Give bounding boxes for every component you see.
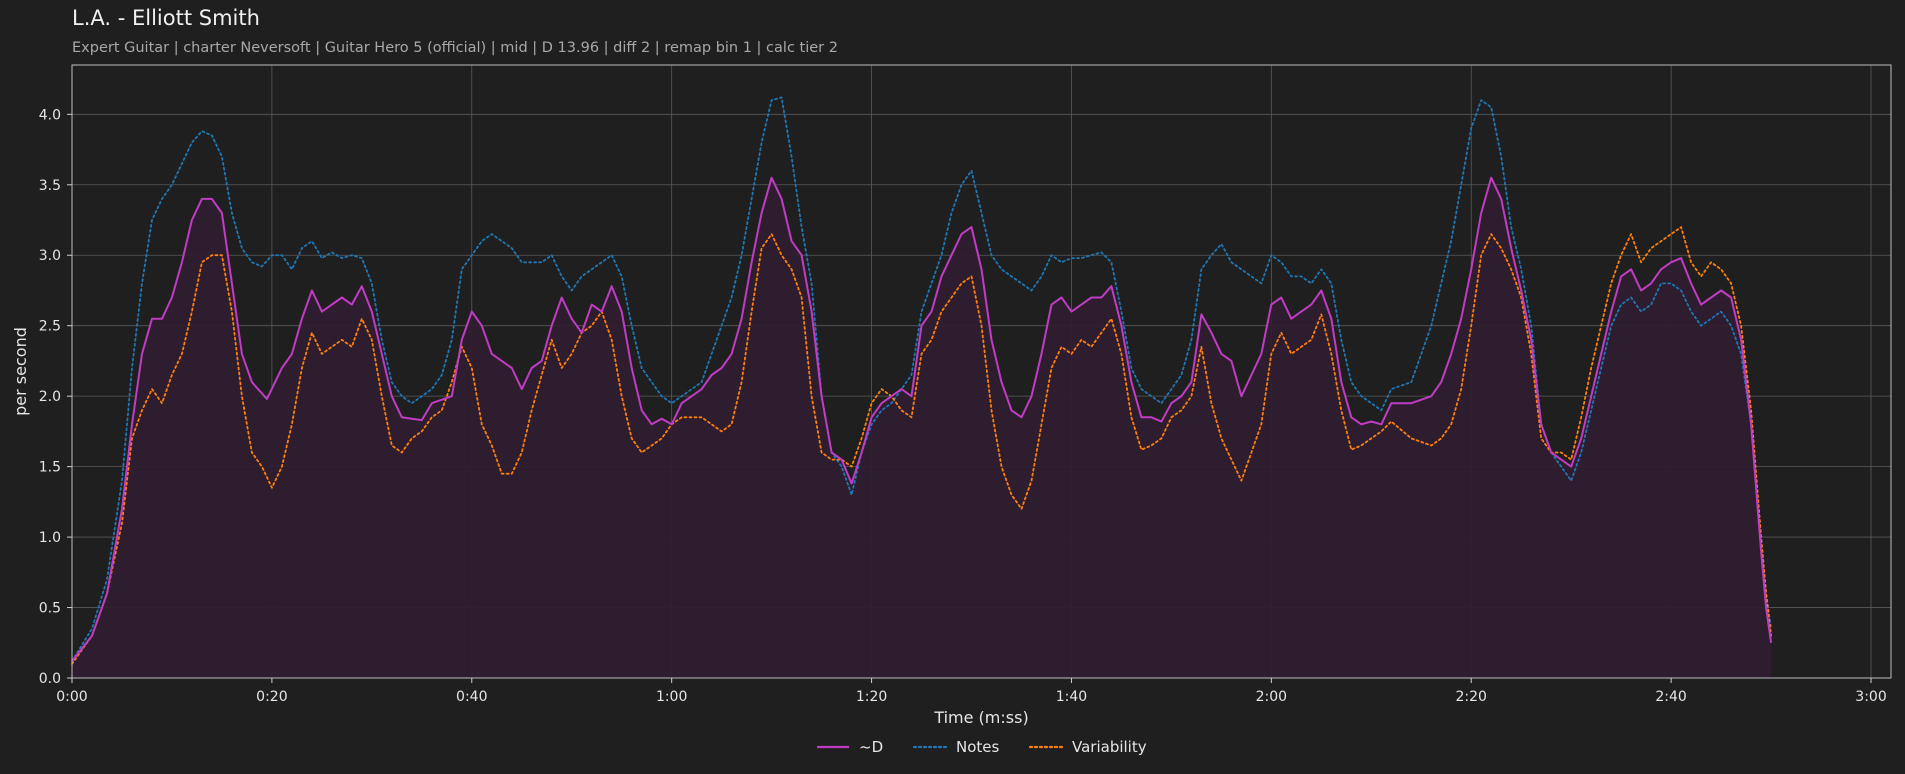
x-tick-label: 2:20 [1456, 689, 1487, 705]
chart-canvas: 0:00 0:20 0:40 1:00 1:20 1:40 2:00 2:20 2:40 3:00… [11, 64, 1892, 756]
x-tick-label: 3:00 [1855, 689, 1886, 705]
y-axis-label: per second [11, 327, 30, 416]
fill-layer [72, 177, 1772, 678]
y-tick-label: 3.5 [39, 178, 61, 194]
y-tick-label: 0.5 [39, 601, 61, 617]
y-tick-label: 3.0 [39, 248, 61, 264]
y-tick-label: 4.0 [39, 107, 61, 123]
x-tick-label: 1:40 [1056, 689, 1087, 705]
legend: ~D Notes Variability [817, 738, 1147, 756]
x-tick-label: 1:00 [656, 689, 687, 705]
y-tick-label: 1.5 [39, 460, 61, 476]
y-tick-label: 1.0 [39, 530, 61, 546]
x-tick-label: 0:40 [456, 689, 487, 705]
x-tick-label: 1:20 [856, 689, 887, 705]
x-tick-label: 0:00 [56, 689, 87, 705]
legend-label: Notes [956, 738, 1000, 756]
y-tick-label: 0.0 [39, 671, 61, 687]
x-tick-label: 2:40 [1655, 689, 1686, 705]
legend-label: ~D [859, 738, 883, 756]
x-tick-label: 0:20 [256, 689, 287, 705]
legend-label: Variability [1072, 738, 1147, 756]
x-tick-label: 2:00 [1256, 689, 1287, 705]
y-tick-label: 2.5 [39, 319, 61, 335]
y-tick-label: 2.0 [39, 389, 61, 405]
x-axis-label: Time (m:ss) [933, 708, 1028, 727]
series-area-fill [72, 177, 1772, 678]
